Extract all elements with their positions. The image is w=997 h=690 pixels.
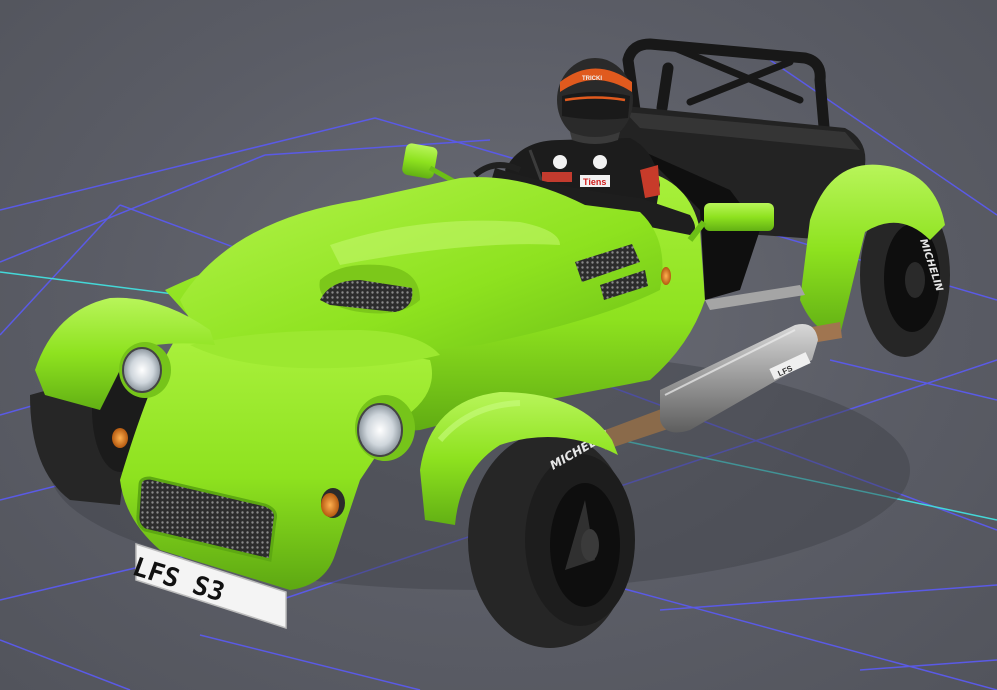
side-indicator [661, 267, 671, 285]
left-mirror [402, 143, 457, 185]
helmet-text: TRICKI [582, 76, 602, 82]
right-indicator [321, 493, 339, 517]
left-indicator [112, 428, 128, 448]
3d-viewport[interactable]: MICHELIN LFS Tiens TRICKI MICHELIN LFS S… [0, 0, 997, 690]
car-viewer-scene: MICHELIN LFS Tiens TRICKI MICHELIN LFS S… [0, 38, 997, 690]
left-headlamp [119, 342, 171, 398]
suit-sponsor: Tiens [583, 177, 606, 187]
right-headlamp [355, 395, 415, 461]
